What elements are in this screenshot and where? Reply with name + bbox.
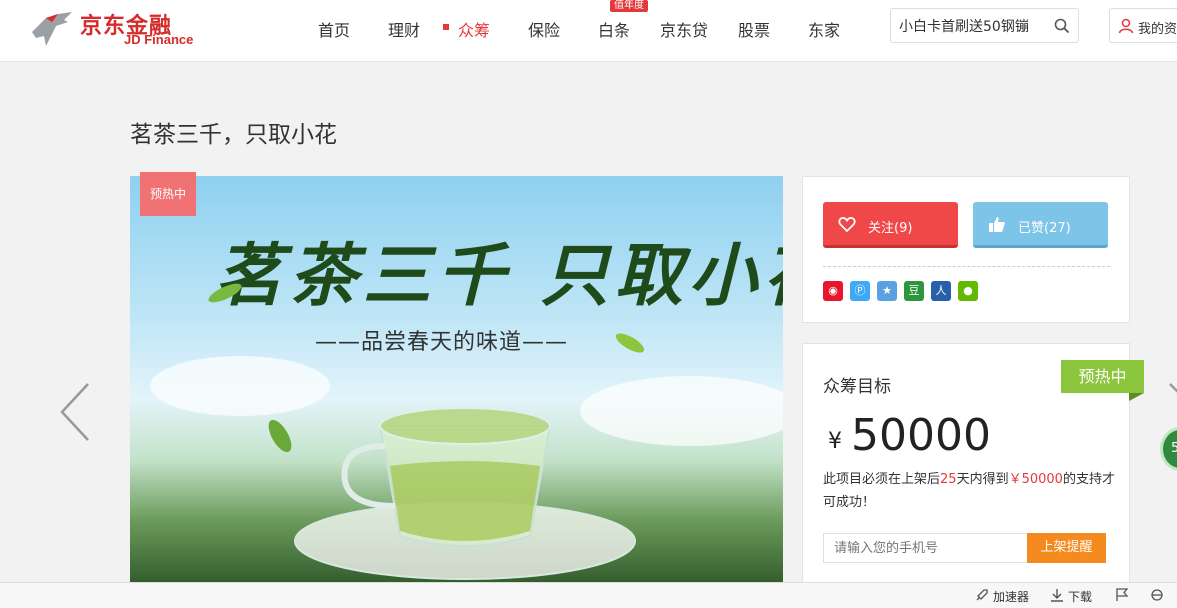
dashed-divider bbox=[823, 266, 1110, 267]
download-button[interactable]: 下载 bbox=[1068, 588, 1092, 605]
desc-days: 25 bbox=[940, 472, 957, 487]
active-indicator bbox=[443, 24, 449, 30]
follow-label: 关注(9) bbox=[868, 221, 913, 236]
ribbon-tail bbox=[1129, 393, 1144, 401]
goal-label: 众筹目标 bbox=[823, 377, 891, 397]
page-title: 茗茶三千，只取小花 bbox=[130, 122, 337, 148]
nav-item-label: 众筹 bbox=[458, 21, 491, 40]
action-card: 关注(9) 已赞(27) ◉ Ⓟ ★ 豆 人 ● bbox=[802, 176, 1130, 323]
heart-icon bbox=[838, 217, 856, 233]
banner-subheading: ——品尝春天的味道—— bbox=[315, 330, 569, 355]
project-banner-image: 茗茶三千 只取小花 ——品尝春天的味道—— bbox=[130, 176, 783, 582]
desc-text: 此项目必须在上架后 bbox=[823, 472, 941, 487]
float-badge-text: 5 bbox=[1171, 441, 1177, 456]
browser-status-bar: 加速器 下载 bbox=[0, 582, 1177, 608]
status-ribbon: 预热中 bbox=[1061, 360, 1144, 393]
nav-item-wealth[interactable]: 理财 bbox=[388, 17, 420, 41]
top-navigation-bar: 京东金融 JD Finance 首页 理财 众筹 保险 值年度 白条 京东贷 股… bbox=[0, 0, 1177, 62]
jd-finance-logo[interactable]: 京东金融 JD Finance bbox=[28, 6, 203, 52]
desc-amount: ￥50000 bbox=[1008, 472, 1063, 487]
ie-icon[interactable] bbox=[1150, 588, 1164, 602]
user-icon bbox=[1118, 18, 1134, 34]
goal-description: 此项目必须在上架后25天内得到￥50000的支持才可成功！ bbox=[823, 468, 1118, 514]
nav-badge: 值年度 bbox=[610, 0, 648, 12]
preheat-badge: 预热中 bbox=[140, 172, 196, 216]
my-account-button[interactable]: 我的资 bbox=[1109, 8, 1177, 43]
nav-item-crowdfunding[interactable]: 众筹 bbox=[443, 17, 491, 41]
follow-button[interactable]: 关注(9) bbox=[823, 202, 958, 248]
nav-item-label: 白条 bbox=[598, 21, 631, 40]
tea-cup-illustration bbox=[294, 407, 636, 580]
weibo-icon[interactable]: ◉ bbox=[823, 281, 843, 301]
like-label: 已赞(27) bbox=[1018, 221, 1071, 236]
funding-goal-card: 众筹目标 预热中 ¥ 50000 此项目必须在上架后25天内得到￥50000的支… bbox=[802, 343, 1144, 583]
goal-amount: 50000 bbox=[851, 410, 991, 461]
logo-text-en: JD Finance bbox=[124, 32, 194, 47]
rocket-icon bbox=[976, 589, 988, 601]
currency-symbol: ¥ bbox=[828, 429, 842, 454]
nav-item-insurance[interactable]: 保险 bbox=[528, 17, 560, 41]
nav-item-dongjia[interactable]: 东家 bbox=[808, 17, 840, 41]
wechat-icon[interactable]: ● bbox=[958, 281, 978, 301]
search-box bbox=[890, 8, 1079, 43]
search-icon[interactable] bbox=[1054, 18, 1070, 34]
banner-heading: 茗茶三千 只取小花 bbox=[215, 236, 783, 316]
leaf-decoration bbox=[208, 283, 242, 303]
flag-icon[interactable] bbox=[1115, 588, 1129, 602]
like-button[interactable]: 已赞(27) bbox=[973, 202, 1108, 248]
account-label: 我的资 bbox=[1138, 22, 1177, 37]
download-icon bbox=[1051, 589, 1063, 602]
nav-item-home[interactable]: 首页 bbox=[318, 17, 350, 41]
thumbs-up-icon bbox=[989, 217, 1005, 232]
search-input[interactable] bbox=[891, 9, 1051, 42]
desc-text: 天内得到 bbox=[956, 472, 1009, 487]
nav-item-stocks[interactable]: 股票 bbox=[738, 17, 770, 41]
launch-reminder-button[interactable]: 上架提醒 bbox=[1027, 533, 1106, 563]
leaf-decoration bbox=[615, 333, 645, 353]
tencent-weibo-icon[interactable]: Ⓟ bbox=[850, 281, 870, 301]
leaf-decoration bbox=[268, 419, 292, 453]
phone-number-input[interactable] bbox=[823, 533, 1028, 563]
nav-item-baitiao[interactable]: 值年度 白条 bbox=[598, 0, 648, 41]
qzone-icon[interactable]: ★ bbox=[877, 281, 897, 301]
renren-icon[interactable]: 人 bbox=[931, 281, 951, 301]
douban-icon[interactable]: 豆 bbox=[904, 281, 924, 301]
floating-service-badge[interactable]: 5 bbox=[1160, 427, 1177, 471]
nav-item-jd-loan[interactable]: 京东贷 bbox=[660, 17, 708, 41]
logo-dog-icon bbox=[32, 12, 72, 46]
accelerator-button[interactable]: 加速器 bbox=[993, 588, 1029, 605]
carousel-prev-arrow-icon[interactable] bbox=[58, 382, 94, 442]
